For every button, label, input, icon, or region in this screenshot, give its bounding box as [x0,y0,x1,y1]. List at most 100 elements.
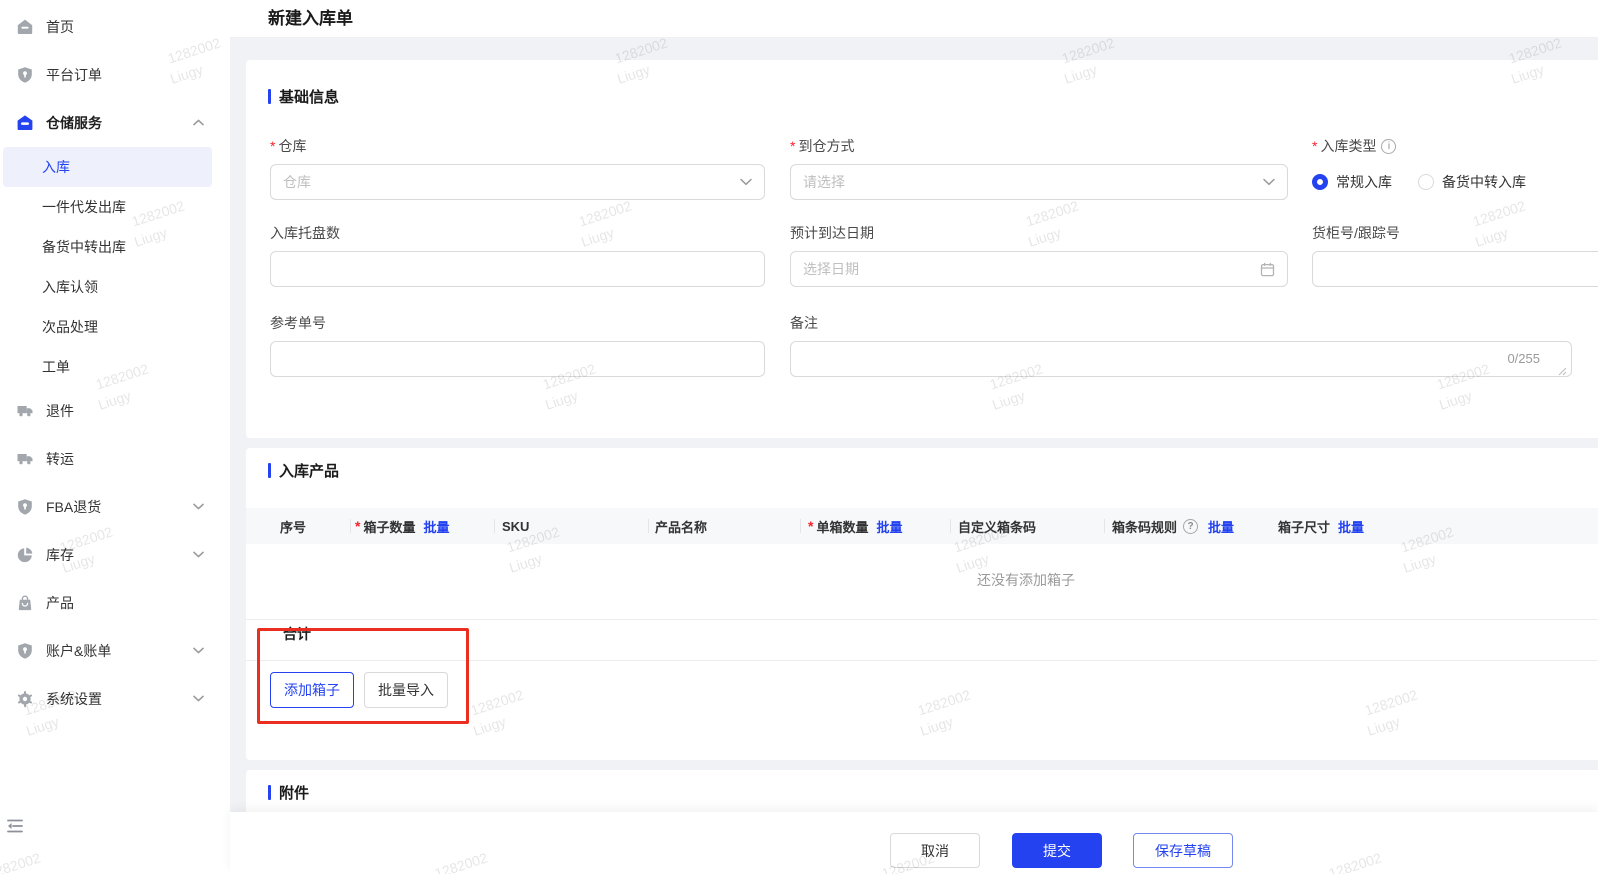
chevron-down-icon [193,647,204,654]
sidebar-item-label: 账户&账单 [46,643,112,659]
reference-number-label: 参考单号 [270,315,326,331]
section-accent-bar [268,89,271,104]
total-row-divider [246,660,1598,661]
bag-icon [16,594,34,612]
sidebar-item-label: 一件代发出库 [42,199,126,215]
arrival-method-select[interactable]: 请选择 [790,164,1288,200]
radio-stock-transfer-inbound[interactable]: 备货中转入库 [1418,172,1526,192]
section-title-attachments: 附件 [268,782,309,803]
radio-dot [1312,174,1328,190]
menu-fold-icon [6,817,28,835]
sidebar-item-home[interactable]: 首页 [0,3,230,51]
warehouse-label: * 仓库 [270,138,307,154]
radio-regular-inbound[interactable]: 常规入库 [1312,172,1392,192]
batch-link[interactable]: 批量 [423,517,449,536]
eta-date-picker[interactable]: 选择日期 [790,251,1288,287]
sidebar-item-warehouse-services[interactable]: 仓储服务 [0,99,230,147]
inbound-products-card: 入库产品 序号 * 箱子数量 批量 SKU 产品名称 * 单箱数量 批量 自定义箱条… [246,448,1598,760]
sidebar-item-returns[interactable]: 退件 [0,387,230,435]
warehouse-select-placeholder: 仓库 [283,174,311,190]
sidebar-item-system-settings[interactable]: 系统设置 [0,675,230,723]
sidebar-item-label: 仓储服务 [46,115,102,131]
app: 首页 平台订单 仓储服务 入库 一件代发出库 备货中转出库 入库认领 次品处理 … [0,0,1598,874]
help-icon[interactable]: ? [1183,518,1199,534]
sidebar-item-label: 入库认领 [42,279,98,295]
remark-label: 备注 [790,315,818,331]
column-divider [494,519,495,533]
shield-icon [16,66,34,84]
arrival-method-field: * 到仓方式 请选择 [790,136,1288,200]
warehouse-select[interactable]: 仓库 [270,164,765,200]
sidebar-item-label: 平台订单 [46,67,102,83]
sidebar-item-transshipment[interactable]: 转运 [0,435,230,483]
gear-icon [16,690,34,708]
remark-field: 备注 0/255 [790,313,1572,382]
sidebar-item-label: 工单 [42,359,70,375]
sidebar-item-platform-orders[interactable]: 平台订单 [0,51,230,99]
basic-info-card: 基础信息 * 仓库 仓库 * 到仓方式 请选择 * 入库类型 i 常规入库 备货… [246,60,1598,438]
pallet-count-input[interactable] [270,251,765,287]
chevron-down-icon [740,178,752,186]
sidebar-item-fba-returns[interactable]: FBA退货 [0,483,230,531]
sidebar-item-label: 入库 [42,159,70,175]
column-divider [800,519,801,533]
home-icon [16,18,34,36]
sidebar-item-label: 备货中转出库 [42,239,126,255]
required-asterisk: * [1312,138,1318,154]
section-accent-bar [268,785,271,800]
cancel-button[interactable]: 取消 [890,833,980,868]
batch-link[interactable]: 批量 [876,517,902,536]
sidebar-item-stock-transfer-outbound[interactable]: 备货中转出库 [0,227,230,267]
sidebar-item-label: 首页 [46,19,74,35]
pallet-count-field: 入库托盘数 [270,223,765,287]
required-asterisk: * [355,518,361,534]
warehouse-icon [16,114,34,132]
sidebar-item-work-order[interactable]: 工单 [0,347,230,387]
inbound-type-field: * 入库类型 i 常规入库 备货中转入库 [1312,136,1598,200]
batch-import-button[interactable]: 批量导入 [364,672,448,708]
radio-dot [1418,174,1434,190]
page-header: 新建入库单 [230,0,1598,38]
info-icon[interactable]: i [1381,138,1397,154]
sidebar-item-inbound-claim[interactable]: 入库认领 [0,267,230,307]
sidebar-item-products[interactable]: 产品 [0,579,230,627]
resize-handle-icon[interactable] [1558,367,1567,376]
sidebar-item-account-billing[interactable]: 账户&账单 [0,627,230,675]
add-box-button[interactable]: 添加箱子 [270,672,354,708]
empty-state-text: 还没有添加箱子 [977,572,1075,588]
sidebar-item-label: 产品 [46,595,74,611]
char-counter: 0/255 [1507,351,1540,366]
submit-button[interactable]: 提交 [1012,833,1102,868]
eta-date-label: 预计到达日期 [790,225,874,241]
sidebar-item-defective-handling[interactable]: 次品处理 [0,307,230,347]
column-divider [1104,519,1105,533]
batch-link[interactable]: 批量 [1208,517,1234,536]
chevron-up-icon [193,119,204,126]
batch-link[interactable]: 批量 [1338,517,1364,536]
truck-icon [16,402,34,420]
inbound-type-label: * 入库类型 i [1312,136,1598,156]
reference-number-input[interactable] [270,341,765,377]
sidebar-item-inbound[interactable]: 入库 [3,147,212,187]
column-header-product-name: 产品名称 [655,519,708,535]
save-draft-button[interactable]: 保存草稿 [1133,833,1233,868]
eta-date-field: 预计到达日期 选择日期 [790,223,1288,287]
column-header-index: 序号 [280,519,307,535]
container-number-input[interactable] [1312,251,1598,287]
column-divider [648,519,649,533]
truck-icon [16,450,34,468]
sidebar-item-dropship-outbound[interactable]: 一件代发出库 [0,187,230,227]
eta-date-placeholder: 选择日期 [803,261,859,277]
section-title-text: 基础信息 [279,89,340,106]
container-number-label: 货柜号/跟踪号 [1312,225,1400,241]
sidebar: 首页 平台订单 仓储服务 入库 一件代发出库 备货中转出库 入库认领 次品处理 … [0,0,230,874]
required-asterisk: * [808,518,814,534]
sidebar-item-label: 系统设置 [46,691,102,707]
reference-number-field: 参考单号 [270,313,765,377]
section-title-basic-info: 基础信息 [268,86,339,107]
column-header-barcode-rule: 箱条码规则 ? 批量 [1112,508,1234,544]
sidebar-collapse-button[interactable] [4,815,30,837]
remark-textarea[interactable] [790,341,1572,377]
column-header-units-per-box: * 单箱数量 批量 [808,517,903,536]
sidebar-item-inventory[interactable]: 库存 [0,531,230,579]
